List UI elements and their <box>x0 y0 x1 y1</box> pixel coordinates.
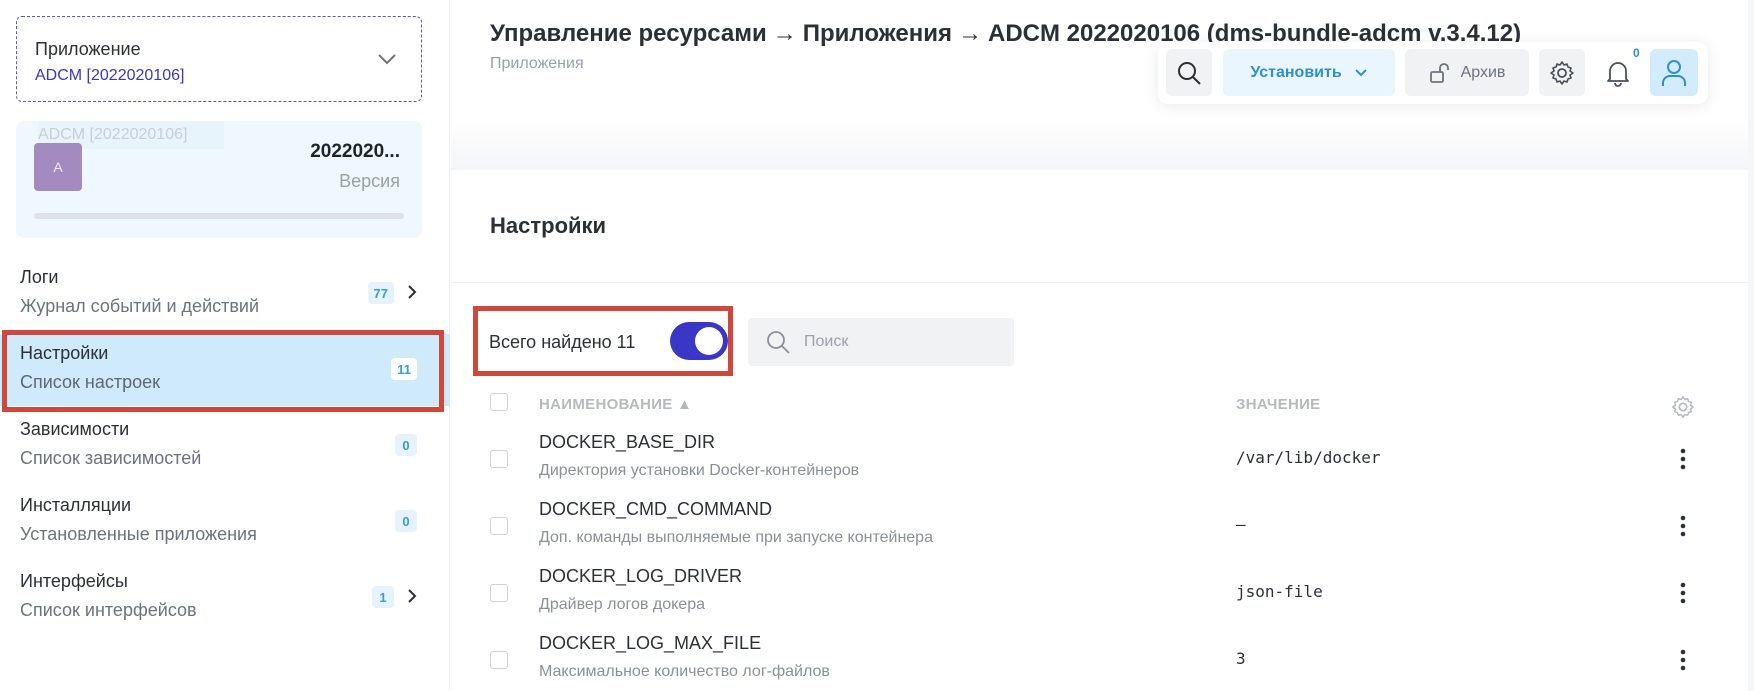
breadcrumb-item-applications[interactable]: Приложения <box>803 20 952 47</box>
row-menu-button[interactable] <box>1670 511 1696 541</box>
settings-button[interactable] <box>1539 49 1585 96</box>
setting-description: Директория установки Docker-контейнеров <box>539 462 860 479</box>
count-badge: 77 <box>367 282 394 304</box>
table-row[interactable]: DOCKER_CMD_COMMAND Доп. команды выполняе… <box>451 495 1748 561</box>
row-menu-button[interactable] <box>1670 444 1696 474</box>
search-button[interactable] <box>1166 49 1212 96</box>
search-icon <box>1178 61 1201 85</box>
archive-button[interactable]: Архив <box>1405 49 1529 96</box>
sidebar-item-subtitle: Список настроек <box>20 372 160 392</box>
column-header-name[interactable]: НАИМЕНОВАНИЕ ▲ <box>539 396 692 413</box>
setting-name: DOCKER_LOG_MAX_FILE <box>539 633 762 653</box>
top-toolbar: Установить Архив 0 <box>1158 42 1708 104</box>
kebab-menu-icon <box>1680 515 1686 537</box>
chevron-down-icon <box>1354 68 1367 76</box>
select-all-checkbox[interactable] <box>490 393 508 411</box>
row-checkbox[interactable] <box>490 584 508 602</box>
sidebar-item-subtitle: Журнал событий и действий <box>20 296 260 316</box>
sidebar-item-title: Инсталляции <box>20 495 132 515</box>
chevron-right-icon <box>408 285 417 299</box>
application-progress-bar <box>34 213 404 219</box>
setting-value: json-file <box>1236 582 1323 601</box>
unlock-icon <box>1429 62 1449 83</box>
breadcrumb-separator: → <box>772 20 797 47</box>
setting-description: Максимальное количество лог-файлов <box>539 663 830 680</box>
sidebar-item-settings[interactable]: Настройки Список настроек 11 <box>0 334 450 406</box>
count-badge: 1 <box>372 586 394 608</box>
row-checkbox[interactable] <box>490 450 508 468</box>
user-profile-button[interactable] <box>1650 49 1698 96</box>
sidebar-item-installations[interactable]: Инсталляции Установленные приложения 0 <box>0 486 450 558</box>
column-settings-gear-icon[interactable] <box>1670 394 1696 420</box>
sidebar-item-subtitle: Список интерфейсов <box>20 600 197 620</box>
count-badge: 0 <box>395 510 417 532</box>
row-menu-button[interactable] <box>1670 645 1696 675</box>
filter-toggle[interactable] <box>670 322 728 360</box>
application-card: ADCM [2022020106] A 2022020... Версия <box>16 121 422 238</box>
table-row[interactable]: DOCKER_BASE_DIR Директория установки Doc… <box>451 428 1748 494</box>
kebab-menu-icon <box>1680 448 1686 470</box>
setting-description: Доп. команды выполняемые при запуске кон… <box>539 529 933 546</box>
sidebar-item-interfaces[interactable]: Интерфейсы Список интерфейсов 1 <box>0 562 450 634</box>
setting-value: — <box>1236 515 1246 534</box>
search-icon <box>767 331 790 354</box>
sidebar-item-subtitle: Установленные приложения <box>20 524 257 544</box>
setting-description: Драйвер логов докера <box>539 596 705 613</box>
column-header-value[interactable]: ЗНАЧЕНИЕ <box>1236 396 1320 413</box>
setting-name: DOCKER_LOG_DRIVER <box>539 566 743 586</box>
chevron-down-icon <box>378 54 396 65</box>
application-selector-value: ADCM [2022020106] <box>35 67 185 84</box>
section-title: Настройки <box>490 213 607 238</box>
setting-value: 3 <box>1236 649 1246 668</box>
search-input[interactable] <box>804 318 1004 366</box>
search-field <box>748 318 1014 366</box>
bell-icon <box>1607 61 1629 87</box>
application-version-number: 2022020... <box>310 141 400 162</box>
toggle-knob <box>695 327 723 355</box>
sidebar-item-dependencies[interactable]: Зависимости Список зависимостей 0 <box>0 410 450 482</box>
breadcrumb-item-resources[interactable]: Управление ресурсами <box>490 20 767 47</box>
application-selector[interactable]: Приложение ADCM [2022020106] <box>16 16 422 102</box>
row-menu-button[interactable] <box>1670 578 1696 608</box>
sidebar-item-title: Настройки <box>20 343 109 363</box>
notifications-count: 0 <box>1633 46 1640 60</box>
count-badge: 0 <box>395 434 417 456</box>
breadcrumb-separator: → <box>957 20 982 47</box>
table-row[interactable]: DOCKER_LOG_MAX_FILE Максимальное количес… <box>451 629 1748 691</box>
install-button-label: Установить <box>1250 63 1342 81</box>
results-count: Всего найдено 11 <box>489 332 636 352</box>
setting-name: DOCKER_CMD_COMMAND <box>539 499 773 519</box>
section-divider <box>451 282 1748 283</box>
application-version-label: Версия <box>339 171 400 191</box>
user-icon <box>1662 59 1686 86</box>
sidebar-item-title: Зависимости <box>20 419 130 439</box>
setting-name: DOCKER_BASE_DIR <box>539 432 716 452</box>
main-content: Управление ресурсами → Приложения → ADCM 202… <box>451 0 1754 691</box>
sidebar-item-logs[interactable]: Логи Журнал событий и действий 77 <box>0 258 450 330</box>
sidebar-item-subtitle: Список зависимостей <box>20 448 202 468</box>
install-button[interactable]: Установить <box>1223 49 1395 96</box>
sidebar-item-title: Логи <box>20 267 59 287</box>
application-avatar: A <box>34 143 82 191</box>
sidebar-item-title: Интерфейсы <box>20 571 128 591</box>
header-divider <box>451 120 1748 170</box>
vertical-scrollbar[interactable] <box>1748 0 1754 691</box>
row-checkbox[interactable] <box>490 517 508 535</box>
page-subtitle: Приложения <box>490 55 584 72</box>
archive-button-label: Архив <box>1460 63 1506 81</box>
count-badge: 11 <box>391 358 417 380</box>
table-row[interactable]: DOCKER_LOG_DRIVER Драйвер логов докера j… <box>451 562 1748 628</box>
row-checkbox[interactable] <box>490 651 508 669</box>
kebab-menu-icon <box>1680 649 1686 671</box>
gear-icon <box>1550 60 1574 85</box>
setting-value: /var/lib/docker <box>1236 448 1381 467</box>
chevron-right-icon <box>408 589 417 603</box>
application-selector-label: Приложение <box>35 39 141 59</box>
sidebar: Приложение ADCM [2022020106] ADCM [20220… <box>0 0 450 691</box>
kebab-menu-icon <box>1680 582 1686 604</box>
